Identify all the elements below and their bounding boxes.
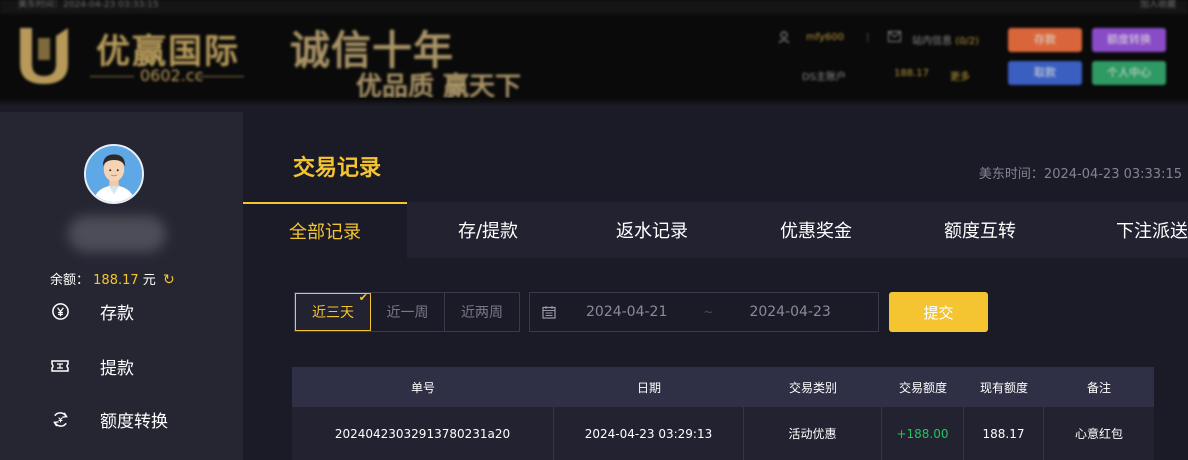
- header-shadow: [0, 98, 1188, 108]
- balance-display: 余额： 188.17 元 ↻: [50, 269, 175, 288]
- cell-amount: +188.00: [882, 407, 964, 460]
- bookmark-link[interactable]: 加入收藏: [1140, 0, 1176, 10]
- date-range-picker[interactable]: 2024-04-21 ~ 2024-04-23: [529, 292, 879, 332]
- refresh-icon[interactable]: ↻: [163, 272, 175, 288]
- table-row[interactable]: 20240423032913780231a20 2024-04-23 03:29…: [292, 407, 1154, 460]
- table-header: 单号 日期 交易类别 交易额度 现有额度 备注: [292, 367, 1154, 407]
- tab-bet-payout[interactable]: 下注派送: [1063, 202, 1188, 258]
- topbar: 美东时间：2024-04-23 03:33:15 加入收藏: [0, 0, 1188, 14]
- ds-balance: 188.17: [894, 68, 929, 79]
- tab-rebate[interactable]: 返水记录: [569, 202, 735, 258]
- tab-all-records[interactable]: 全部记录: [243, 202, 407, 258]
- sidebar: 余额： 188.17 元 ↻ 存款 提款 额度转换: [0, 112, 243, 460]
- tab-deposit-withdraw[interactable]: 存/提款: [407, 202, 569, 258]
- us-eastern-time: 美东时间：2024-04-23 03:33:15: [978, 167, 1182, 182]
- col-header-note: 备注: [1086, 380, 1111, 395]
- cell-type: 活动优惠: [744, 407, 882, 460]
- header-profile-button[interactable]: 个人中心: [1092, 61, 1166, 85]
- ticket-icon: [50, 356, 70, 376]
- main-panel: 交易记录 美东时间：2024-04-23 03:33:15 全部记录 存/提款 …: [243, 112, 1188, 460]
- sidebar-item-deposit[interactable]: 存款: [50, 298, 134, 324]
- header-transfer-button[interactable]: 额度转换: [1092, 28, 1166, 52]
- submit-button[interactable]: 提交: [889, 292, 988, 332]
- range-3-days[interactable]: 近三天 ✔: [295, 291, 371, 331]
- cell-note: 心意红包: [1074, 427, 1123, 441]
- start-date[interactable]: 2024-04-21: [586, 304, 667, 320]
- range-1-week[interactable]: 近一周: [371, 293, 445, 331]
- tab-transfer[interactable]: 额度互转: [897, 202, 1063, 258]
- cell-current: 188.17: [964, 407, 1044, 460]
- logo-rule-right: [198, 76, 244, 77]
- site-header: 美东时间：2024-04-23 03:33:15 加入收藏 优赢国际 0602.…: [0, 0, 1188, 108]
- col-header-type: 交易类别: [788, 380, 837, 395]
- col-header-order-no: 单号: [410, 380, 435, 395]
- transaction-table: 单号 日期 交易类别 交易额度 现有额度 备注 2024042303291378…: [292, 367, 1154, 460]
- user-icon: [778, 31, 790, 43]
- col-header-amount: 交易额度: [898, 380, 947, 395]
- mail-icon: [888, 31, 901, 42]
- check-icon: ✔: [358, 291, 368, 304]
- record-tabs: 全部记录 存/提款 返水记录 优惠奖金 额度互转 下注派送: [243, 202, 1188, 258]
- balance-unit: 元: [142, 273, 156, 288]
- exchange-icon: [50, 409, 70, 429]
- page: 美东时间：2024-04-23 03:33:15 加入收藏 优赢国际 0602.…: [0, 0, 1188, 460]
- logo-rule-left: [90, 76, 134, 77]
- cell-date: 2024-04-23 03:29:13: [554, 407, 744, 460]
- header-messages[interactable]: 站内信息 (0/2): [912, 32, 979, 47]
- cell-order-no: 20240423032913780231a20: [292, 407, 554, 460]
- avatar[interactable]: [84, 144, 144, 204]
- balance-value: 188.17: [93, 273, 139, 288]
- header-username[interactable]: mfy600: [806, 32, 844, 43]
- ds-account-label: DS主账户: [802, 72, 847, 83]
- balance-label: 余额：: [50, 273, 90, 288]
- date-separator: ~: [703, 305, 714, 319]
- col-header-current: 现有额度: [979, 380, 1028, 395]
- calendar-icon: [542, 306, 556, 319]
- avatar-person-icon: [86, 146, 142, 202]
- page-title: 交易记录: [293, 156, 382, 181]
- sidebar-item-label: 额度转换: [100, 411, 168, 432]
- col-header-date: 日期: [636, 380, 661, 395]
- tab-bonus[interactable]: 优惠奖金: [735, 202, 897, 258]
- brand-logo-icon[interactable]: [14, 24, 74, 86]
- header-divider: |: [866, 32, 870, 43]
- header-withdraw-button[interactable]: 取款: [1008, 61, 1082, 85]
- end-date[interactable]: 2024-04-23: [749, 304, 830, 320]
- header-deposit-button[interactable]: 存款: [1008, 28, 1082, 52]
- sidebar-item-label: 存款: [100, 303, 134, 324]
- topbar-time: 美东时间：2024-04-23 03:33:15: [18, 0, 159, 10]
- more-link[interactable]: 更多: [950, 68, 970, 83]
- range-2-weeks[interactable]: 近两周: [445, 293, 519, 331]
- brand-url: 0602.cc: [140, 66, 204, 85]
- yen-coin-icon: [50, 301, 70, 321]
- sidebar-item-withdraw[interactable]: 提款: [50, 353, 134, 379]
- quick-range-group: 近三天 ✔ 近一周 近两周: [294, 291, 520, 332]
- username-redacted: [68, 216, 166, 252]
- sidebar-item-transfer[interactable]: 额度转换: [50, 406, 168, 432]
- sidebar-item-label: 提款: [100, 358, 134, 379]
